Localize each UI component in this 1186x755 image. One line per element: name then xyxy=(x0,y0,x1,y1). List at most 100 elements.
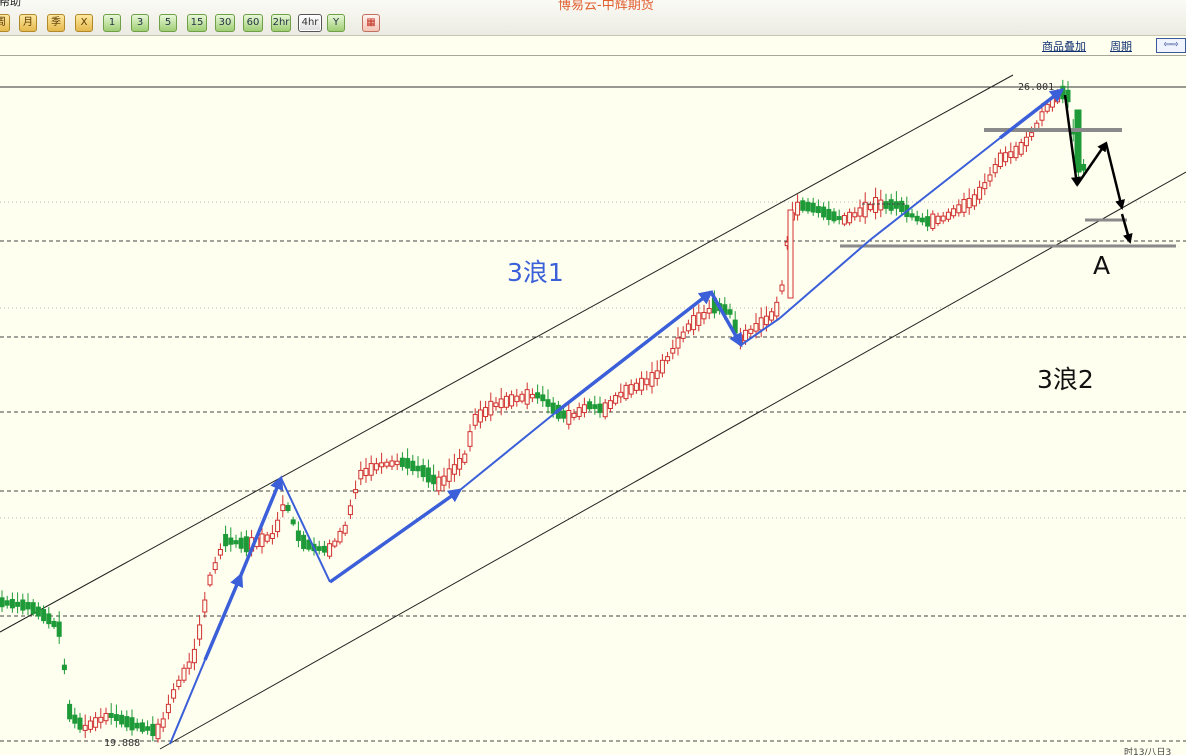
candle-body-84 xyxy=(436,476,442,492)
period-button-3min[interactable]: 3 xyxy=(131,14,149,32)
candle-body-37 xyxy=(191,648,197,664)
candle-body-36 xyxy=(186,661,192,669)
period-button-4hr[interactable]: 4hr xyxy=(298,14,322,32)
candle-body-7 xyxy=(35,606,41,617)
price-grid xyxy=(0,86,1186,742)
candle-body-169 xyxy=(878,199,884,211)
period-button-60min[interactable]: 60 xyxy=(243,14,263,32)
candle-body-38 xyxy=(197,624,203,640)
period-button-2hr[interactable]: 2hr xyxy=(271,14,291,32)
candle-body-158 xyxy=(821,206,827,218)
candle-body-14 xyxy=(72,714,78,724)
period-button-5min[interactable]: 5 xyxy=(159,14,177,32)
candle-body-6 xyxy=(30,602,36,615)
period-link[interactable]: 周期 xyxy=(1110,38,1132,54)
candle-body-136 xyxy=(706,308,712,314)
candle-body-69 xyxy=(358,469,364,480)
candle-body-57 xyxy=(295,530,301,541)
candle-body-186 xyxy=(966,197,972,209)
candle-body-191 xyxy=(992,164,998,174)
blue-arrow-2 xyxy=(239,475,284,576)
candle-body-11 xyxy=(56,621,62,637)
candle-body-18 xyxy=(93,717,99,728)
chart-subbar: 商品叠加 周期 ⇦⇨ xyxy=(0,36,1186,56)
candle-body-188 xyxy=(977,186,983,200)
scroll-nav-icon[interactable]: ⇦⇨ xyxy=(1156,38,1186,53)
candle-body-168 xyxy=(873,197,879,213)
candle-body-193 xyxy=(1003,152,1009,163)
candle-body-154 xyxy=(800,200,806,211)
candle-body-159 xyxy=(826,208,832,220)
candle-body-176 xyxy=(914,215,920,222)
period-button-30min[interactable]: 30 xyxy=(215,14,235,32)
period-button-15min[interactable]: 15 xyxy=(187,14,207,32)
candle-body-86 xyxy=(446,468,452,482)
candle-body-163 xyxy=(847,211,853,224)
candle-body-74 xyxy=(384,461,390,467)
candle-body-19 xyxy=(98,716,104,723)
candle-body-104 xyxy=(540,394,546,402)
candle-body-183 xyxy=(951,208,957,217)
candle-body-155 xyxy=(805,201,811,212)
period-button-y[interactable]: Y xyxy=(327,14,345,32)
candle-body-21 xyxy=(108,713,114,718)
period-button-grid-view[interactable]: ▦ xyxy=(362,14,380,32)
candle-body-93 xyxy=(483,407,489,418)
candle-body-164 xyxy=(852,212,858,218)
candle-body-90 xyxy=(467,431,473,447)
candle-body-177 xyxy=(919,217,925,223)
period-button-month[interactable]: 月 xyxy=(19,14,37,32)
candle-body-182 xyxy=(945,211,951,220)
commodity-overlay-link[interactable]: 商品叠加 xyxy=(1042,38,1086,54)
candle-body-147 xyxy=(763,315,769,326)
candle-body-160 xyxy=(831,211,837,222)
candle-body-157 xyxy=(815,206,821,214)
candle-body-165 xyxy=(857,207,863,217)
candle-body-113 xyxy=(587,401,593,410)
candle-body-153 xyxy=(795,201,801,216)
candle-body-126 xyxy=(654,370,660,379)
candle-body-22 xyxy=(113,714,119,721)
blue-arrow-3 xyxy=(280,477,331,583)
candle-body-173 xyxy=(899,200,905,212)
candle-body-120 xyxy=(623,384,629,400)
candle-body-33 xyxy=(171,689,177,699)
candlestick-chart[interactable]: 26.001 19.888 3浪1 3浪2 A xyxy=(0,56,1186,755)
candle-body-145 xyxy=(753,323,759,332)
candle-body-119 xyxy=(618,391,624,398)
period-button-x[interactable]: X xyxy=(75,14,93,32)
candle-body-70 xyxy=(363,467,369,477)
candle-body-100 xyxy=(519,393,525,402)
period-button-1min[interactable]: 1 xyxy=(103,14,121,32)
candle-body-146 xyxy=(758,317,764,331)
candle-body-5 xyxy=(25,602,31,610)
candle-body-167 xyxy=(867,204,873,211)
channel-upper-line xyxy=(0,74,1014,633)
period-button-quarter[interactable]: 季 xyxy=(47,14,65,32)
candle-body-162 xyxy=(841,215,847,225)
blue-arrow-4 xyxy=(328,488,463,584)
candle-body-55 xyxy=(285,504,291,512)
candle-body-149 xyxy=(774,301,780,317)
menu-help[interactable]: 帮助 xyxy=(0,0,21,9)
candle-body-128 xyxy=(665,356,671,362)
candle-body-116 xyxy=(602,402,608,418)
candle-body-58 xyxy=(301,534,307,549)
candle-body-127 xyxy=(659,359,665,374)
candle-body-89 xyxy=(462,453,468,463)
period-button-week[interactable]: 周 xyxy=(0,14,10,32)
candle-body-110 xyxy=(571,412,577,418)
candle-body-46 xyxy=(238,537,244,549)
black-arrow-3 xyxy=(1120,213,1133,244)
candle-body-96 xyxy=(498,398,504,409)
candle-body-181 xyxy=(940,215,946,222)
candle-body-77 xyxy=(399,457,405,467)
candle-body-27 xyxy=(139,722,145,732)
candle-body-117 xyxy=(607,400,613,410)
candle-body-178 xyxy=(925,216,931,227)
candle-body-26 xyxy=(134,722,140,729)
candle-body-129 xyxy=(670,347,676,354)
candle-body-64 xyxy=(332,540,338,547)
candle-body-52 xyxy=(269,533,275,539)
candle-body-109 xyxy=(566,409,572,425)
